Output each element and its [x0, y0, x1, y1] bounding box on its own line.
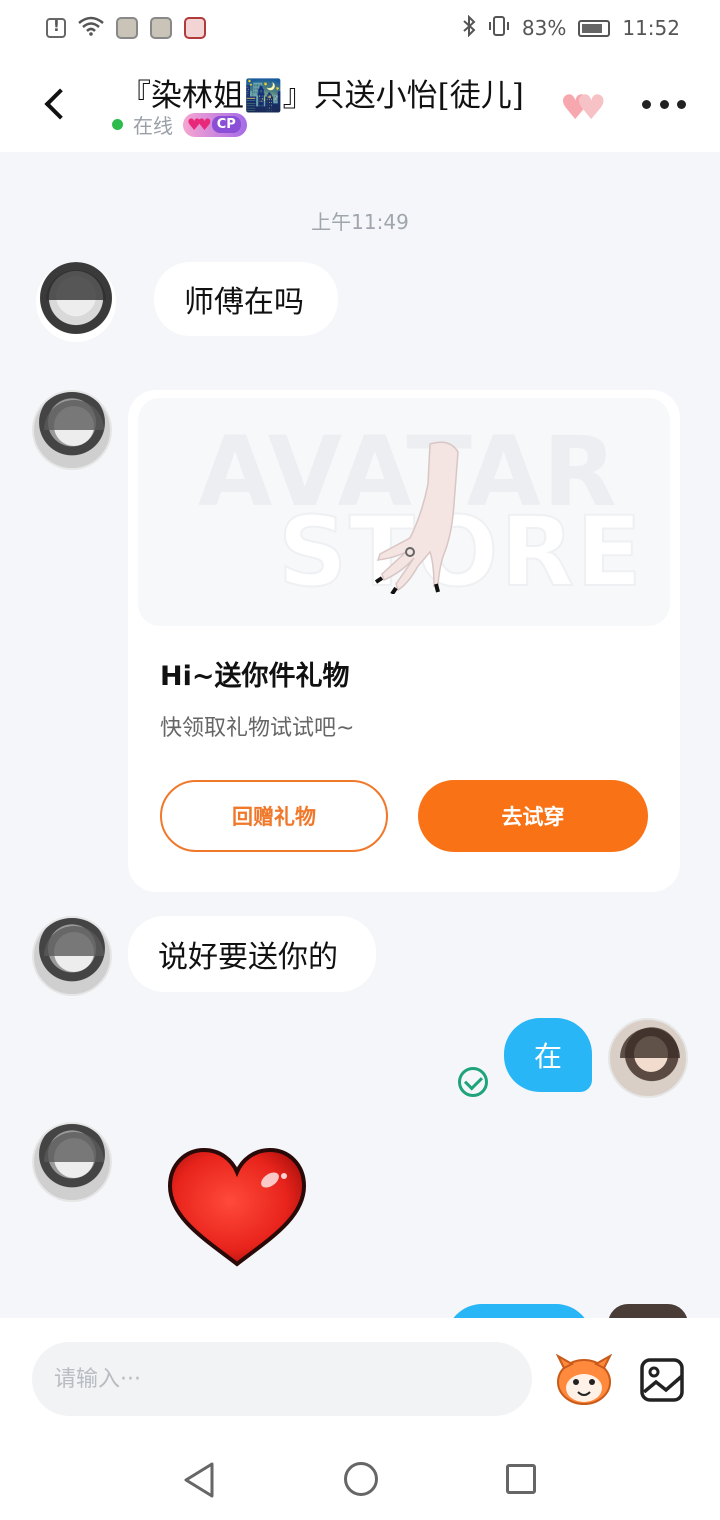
message-text: 师傅在吗	[184, 285, 304, 320]
app-icon	[116, 17, 138, 39]
chat-header: 『染林姐🌃』只送小怡[徒儿] 在线 ♥♥ CP ♥ ♥	[0, 56, 720, 152]
heart-icon: ♥♥	[187, 115, 212, 134]
mascot-emoji-icon[interactable]	[554, 1354, 614, 1406]
message-input[interactable]	[32, 1342, 532, 1416]
self-message-bubble[interactable]: 在	[504, 1018, 592, 1092]
status-right-icons: 83% 11:52	[462, 14, 680, 42]
system-nav-bar	[0, 1430, 720, 1520]
message-text: 在	[533, 1040, 562, 1073]
cp-badge[interactable]: ♥♥ CP	[183, 112, 247, 137]
gift-card[interactable]: AVATAR STORE Hi~送你件礼物 快领取礼物试试吧~ 回赠礼物 去试穿	[128, 390, 680, 892]
message-text: 说好要送你的	[158, 940, 338, 975]
cp-badge-label: CP	[211, 116, 241, 133]
app-icon	[150, 17, 172, 39]
online-status: 在线 ♥♥ CP	[112, 110, 247, 139]
intimacy-button[interactable]: ♥ ♥	[560, 84, 612, 128]
online-status-text: 在线	[133, 114, 173, 138]
gift-banner-image: AVATAR STORE	[138, 398, 670, 626]
contact-avatar[interactable]	[32, 390, 112, 470]
contact-name[interactable]: 『染林姐🌃』只送小怡[徒儿]	[120, 70, 540, 115]
status-left-icons	[46, 16, 206, 41]
message-timestamp: 上午11:49	[311, 210, 409, 234]
input-bar	[0, 1318, 720, 1430]
more-dots-icon	[642, 99, 651, 109]
message-bubble[interactable]: 说好要送你的	[128, 916, 376, 992]
nav-home-icon[interactable]	[344, 1462, 378, 1496]
online-dot-icon	[112, 119, 123, 130]
clock: 11:52	[622, 16, 680, 40]
wifi-icon	[78, 16, 104, 41]
message-bubble[interactable]: 师傅在吗	[154, 262, 338, 336]
gift-card-subtitle: 快领取礼物试试吧~	[160, 716, 355, 741]
return-gift-button[interactable]: 回赠礼物	[160, 780, 388, 852]
red-heart-sticker[interactable]	[166, 1146, 308, 1268]
contact-avatar[interactable]	[36, 262, 116, 342]
screen-record-icon	[184, 17, 206, 39]
bluetooth-icon	[462, 14, 476, 42]
vibrate-icon	[488, 15, 510, 42]
battery-icon	[578, 19, 611, 37]
more-options-button[interactable]	[642, 90, 686, 118]
contact-avatar[interactable]	[32, 1122, 112, 1202]
contact-avatar[interactable]	[32, 916, 112, 996]
heart-icon: ♥	[576, 88, 607, 128]
alert-icon	[46, 17, 66, 38]
back-button[interactable]	[36, 82, 76, 126]
read-check-icon	[458, 1067, 488, 1097]
self-avatar[interactable]	[608, 1018, 688, 1098]
image-icon[interactable]	[638, 1356, 686, 1404]
more-dot	[659, 99, 669, 109]
battery-percent: 83%	[521, 16, 567, 40]
more-dot	[677, 99, 686, 109]
chevron-left-icon	[44, 88, 76, 120]
try-on-button[interactable]: 去试穿	[418, 780, 648, 852]
nav-back-icon[interactable]	[180, 1460, 220, 1500]
status-bar: 83% 11:52	[0, 0, 720, 56]
hand-icon	[374, 441, 459, 594]
gift-card-title: Hi~送你件礼物	[160, 661, 350, 692]
nav-recent-icon[interactable]	[506, 1464, 536, 1494]
